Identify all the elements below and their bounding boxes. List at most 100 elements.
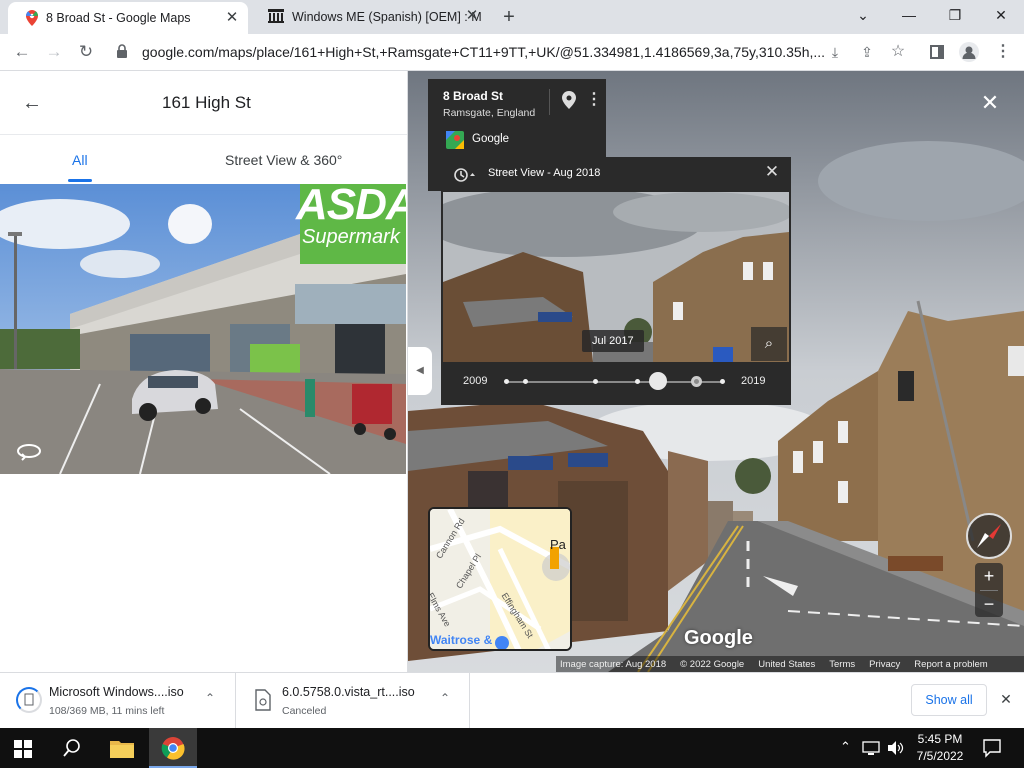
timeline-tick[interactable] — [504, 379, 509, 384]
tab-strip: 8 Broad St - Google Maps ✕ Windows ME (S… — [0, 0, 1024, 34]
show-all-downloads-button[interactable]: Show all — [911, 684, 987, 716]
file-explorer-icon[interactable] — [110, 738, 134, 758]
zoom-in-button[interactable]: + — [975, 564, 1003, 588]
download-status: 108/369 MB, 11 mins left — [49, 705, 165, 717]
tab-windows-me[interactable]: Windows ME (Spanish) [OEM] : M ✕ — [250, 0, 488, 34]
slider-end-year: 2019 — [741, 375, 766, 387]
tab-title: 8 Broad St - Google Maps — [46, 11, 191, 25]
history-clock-icon[interactable] — [453, 167, 475, 183]
close-tab-icon[interactable]: ✕ — [224, 10, 240, 26]
poi-label: Waitrose & — [430, 633, 493, 647]
panel-title: 161 High St — [162, 93, 251, 112]
download-status: Canceled — [282, 705, 327, 717]
place-name[interactable]: 8 Broad St — [443, 89, 503, 103]
downloads-bar: Microsoft Windows....iso 108/369 MB, 11 … — [0, 672, 1024, 729]
360-rotate-icon — [15, 442, 43, 462]
street-view-photo[interactable]: ASDA Supermark — [0, 184, 406, 474]
install-app-icon[interactable]: ⤓ — [822, 39, 848, 65]
tab-google-maps[interactable]: 8 Broad St - Google Maps ✕ — [8, 2, 248, 34]
back-arrow-icon[interactable]: ← — [22, 93, 44, 113]
chevron-up-icon[interactable]: ⌃ — [440, 691, 450, 705]
tab-title: Windows ME (Spanish) [OEM] : M — [292, 10, 482, 24]
mini-map[interactable]: Cannon Rd Chapel Pl Elms Ave Effingham S… — [428, 507, 572, 651]
timeline-tick[interactable] — [523, 379, 528, 384]
download-progress-icon — [16, 687, 42, 713]
timeline-tick[interactable] — [593, 379, 598, 384]
privacy-link[interactable]: Privacy — [869, 659, 900, 670]
clock-date[interactable]: 7/5/2022 — [914, 749, 966, 763]
search-icon[interactable] — [62, 738, 82, 758]
download-item[interactable]: Microsoft Windows....iso 108/369 MB, 11 … — [0, 673, 236, 729]
reload-button[interactable]: ↻ — [73, 39, 99, 65]
compass-icon[interactable] — [966, 513, 1012, 559]
restore-button[interactable]: ❐ — [932, 0, 978, 30]
collapse-panel-button[interactable]: ◀ — [408, 347, 432, 395]
store-sign-subtext: Supermark — [302, 226, 400, 248]
download-filename: Microsoft Windows....iso — [49, 685, 184, 699]
more-options-icon[interactable]: ⋮ — [586, 89, 602, 109]
preview-date-tooltip: Jul 2017 — [582, 330, 644, 352]
back-button[interactable]: ← — [9, 39, 35, 65]
google-watermark: Google — [684, 627, 753, 649]
image-capture-date: Image capture: Aug 2018 — [560, 658, 667, 670]
time-machine-title: Street View - Aug 2018 — [488, 167, 601, 179]
close-tab-icon[interactable]: ✕ — [464, 8, 480, 24]
divider — [0, 134, 407, 135]
provider-label: Google — [472, 133, 510, 145]
tab-indicator — [68, 179, 92, 182]
lock-icon — [116, 44, 128, 58]
region-link[interactable]: United States — [758, 659, 815, 670]
timeline-slider-thumb[interactable] — [648, 372, 667, 390]
chevron-up-icon[interactable]: ⌃ — [205, 691, 215, 705]
chevron-up-icon[interactable]: ⌃ — [840, 739, 851, 755]
close-street-view-icon[interactable]: ✕ — [978, 91, 1002, 115]
store-sign-text: ASDA — [296, 184, 406, 229]
tab-search-dropdown-icon[interactable]: ⌄ — [840, 0, 886, 30]
timeline-current-marker[interactable] — [691, 376, 702, 387]
side-panel-icon[interactable] — [930, 45, 944, 59]
google-maps-logo-icon — [446, 131, 464, 149]
zoom-out-button[interactable]: − — [975, 592, 1003, 616]
file-icon — [254, 689, 272, 711]
share-icon[interactable]: ⇪ — [854, 39, 880, 65]
windows-taskbar: ⌃ 5:45 PM 7/5/2022 — [0, 728, 1024, 768]
close-time-machine-icon[interactable]: ✕ — [763, 163, 781, 181]
address-bar[interactable]: google.com/maps/place/161+High+St,+Ramsg… — [142, 40, 852, 64]
network-icon[interactable] — [862, 740, 880, 756]
divider — [549, 89, 550, 115]
place-region: Ramsgate, England — [443, 107, 536, 119]
report-problem-link[interactable]: Report a problem — [914, 659, 987, 670]
tab-street-view-360[interactable]: Street View & 360° — [225, 152, 342, 168]
close-window-button[interactable]: ✕ — [978, 0, 1024, 30]
timeline-tick[interactable] — [635, 379, 640, 384]
notifications-icon[interactable] — [982, 738, 1002, 758]
chrome-taskbar-button[interactable] — [149, 728, 197, 768]
close-downloads-icon[interactable]: ✕ — [998, 691, 1014, 707]
download-filename: 6.0.5758.0.vista_rt....iso — [282, 685, 415, 699]
clock-time[interactable]: 5:45 PM — [916, 732, 964, 746]
profile-avatar[interactable] — [959, 42, 979, 62]
maps-pin-icon — [26, 10, 38, 26]
tab-all[interactable]: All — [72, 152, 88, 168]
slider-start-year: 2009 — [463, 375, 488, 387]
chrome-icon — [161, 737, 185, 760]
map-pin-icon[interactable] — [562, 91, 576, 109]
volume-icon[interactable] — [886, 739, 904, 757]
forward-button[interactable]: → — [41, 39, 67, 65]
timeline-tick[interactable] — [720, 379, 725, 384]
zoom-preview-icon[interactable]: ⌕ — [751, 327, 787, 361]
windows-start-icon[interactable] — [14, 740, 32, 758]
new-tab-button[interactable]: + — [496, 5, 522, 29]
download-item[interactable]: 6.0.5758.0.vista_rt....iso Canceled ⌃ — [236, 673, 470, 729]
bookmark-star-icon[interactable]: ☆ — [885, 39, 911, 65]
place-label-partial: Pa — [550, 537, 566, 552]
minimize-button[interactable]: — — [886, 0, 932, 30]
time-machine-panel: Street View - Aug 2018 ✕ Jul 2017 ⌕ 2009… — [441, 157, 791, 405]
copyright: © 2022 Google — [680, 658, 745, 670]
zoom-controls: + − — [975, 563, 1003, 617]
street-view-footer: Image capture: Aug 2018 © 2022 Google Un… — [556, 656, 1024, 672]
menu-kebab-icon[interactable]: ⋮ — [990, 39, 1016, 65]
archive-icon — [268, 8, 284, 26]
terms-link[interactable]: Terms — [829, 659, 855, 670]
divider — [980, 590, 998, 591]
